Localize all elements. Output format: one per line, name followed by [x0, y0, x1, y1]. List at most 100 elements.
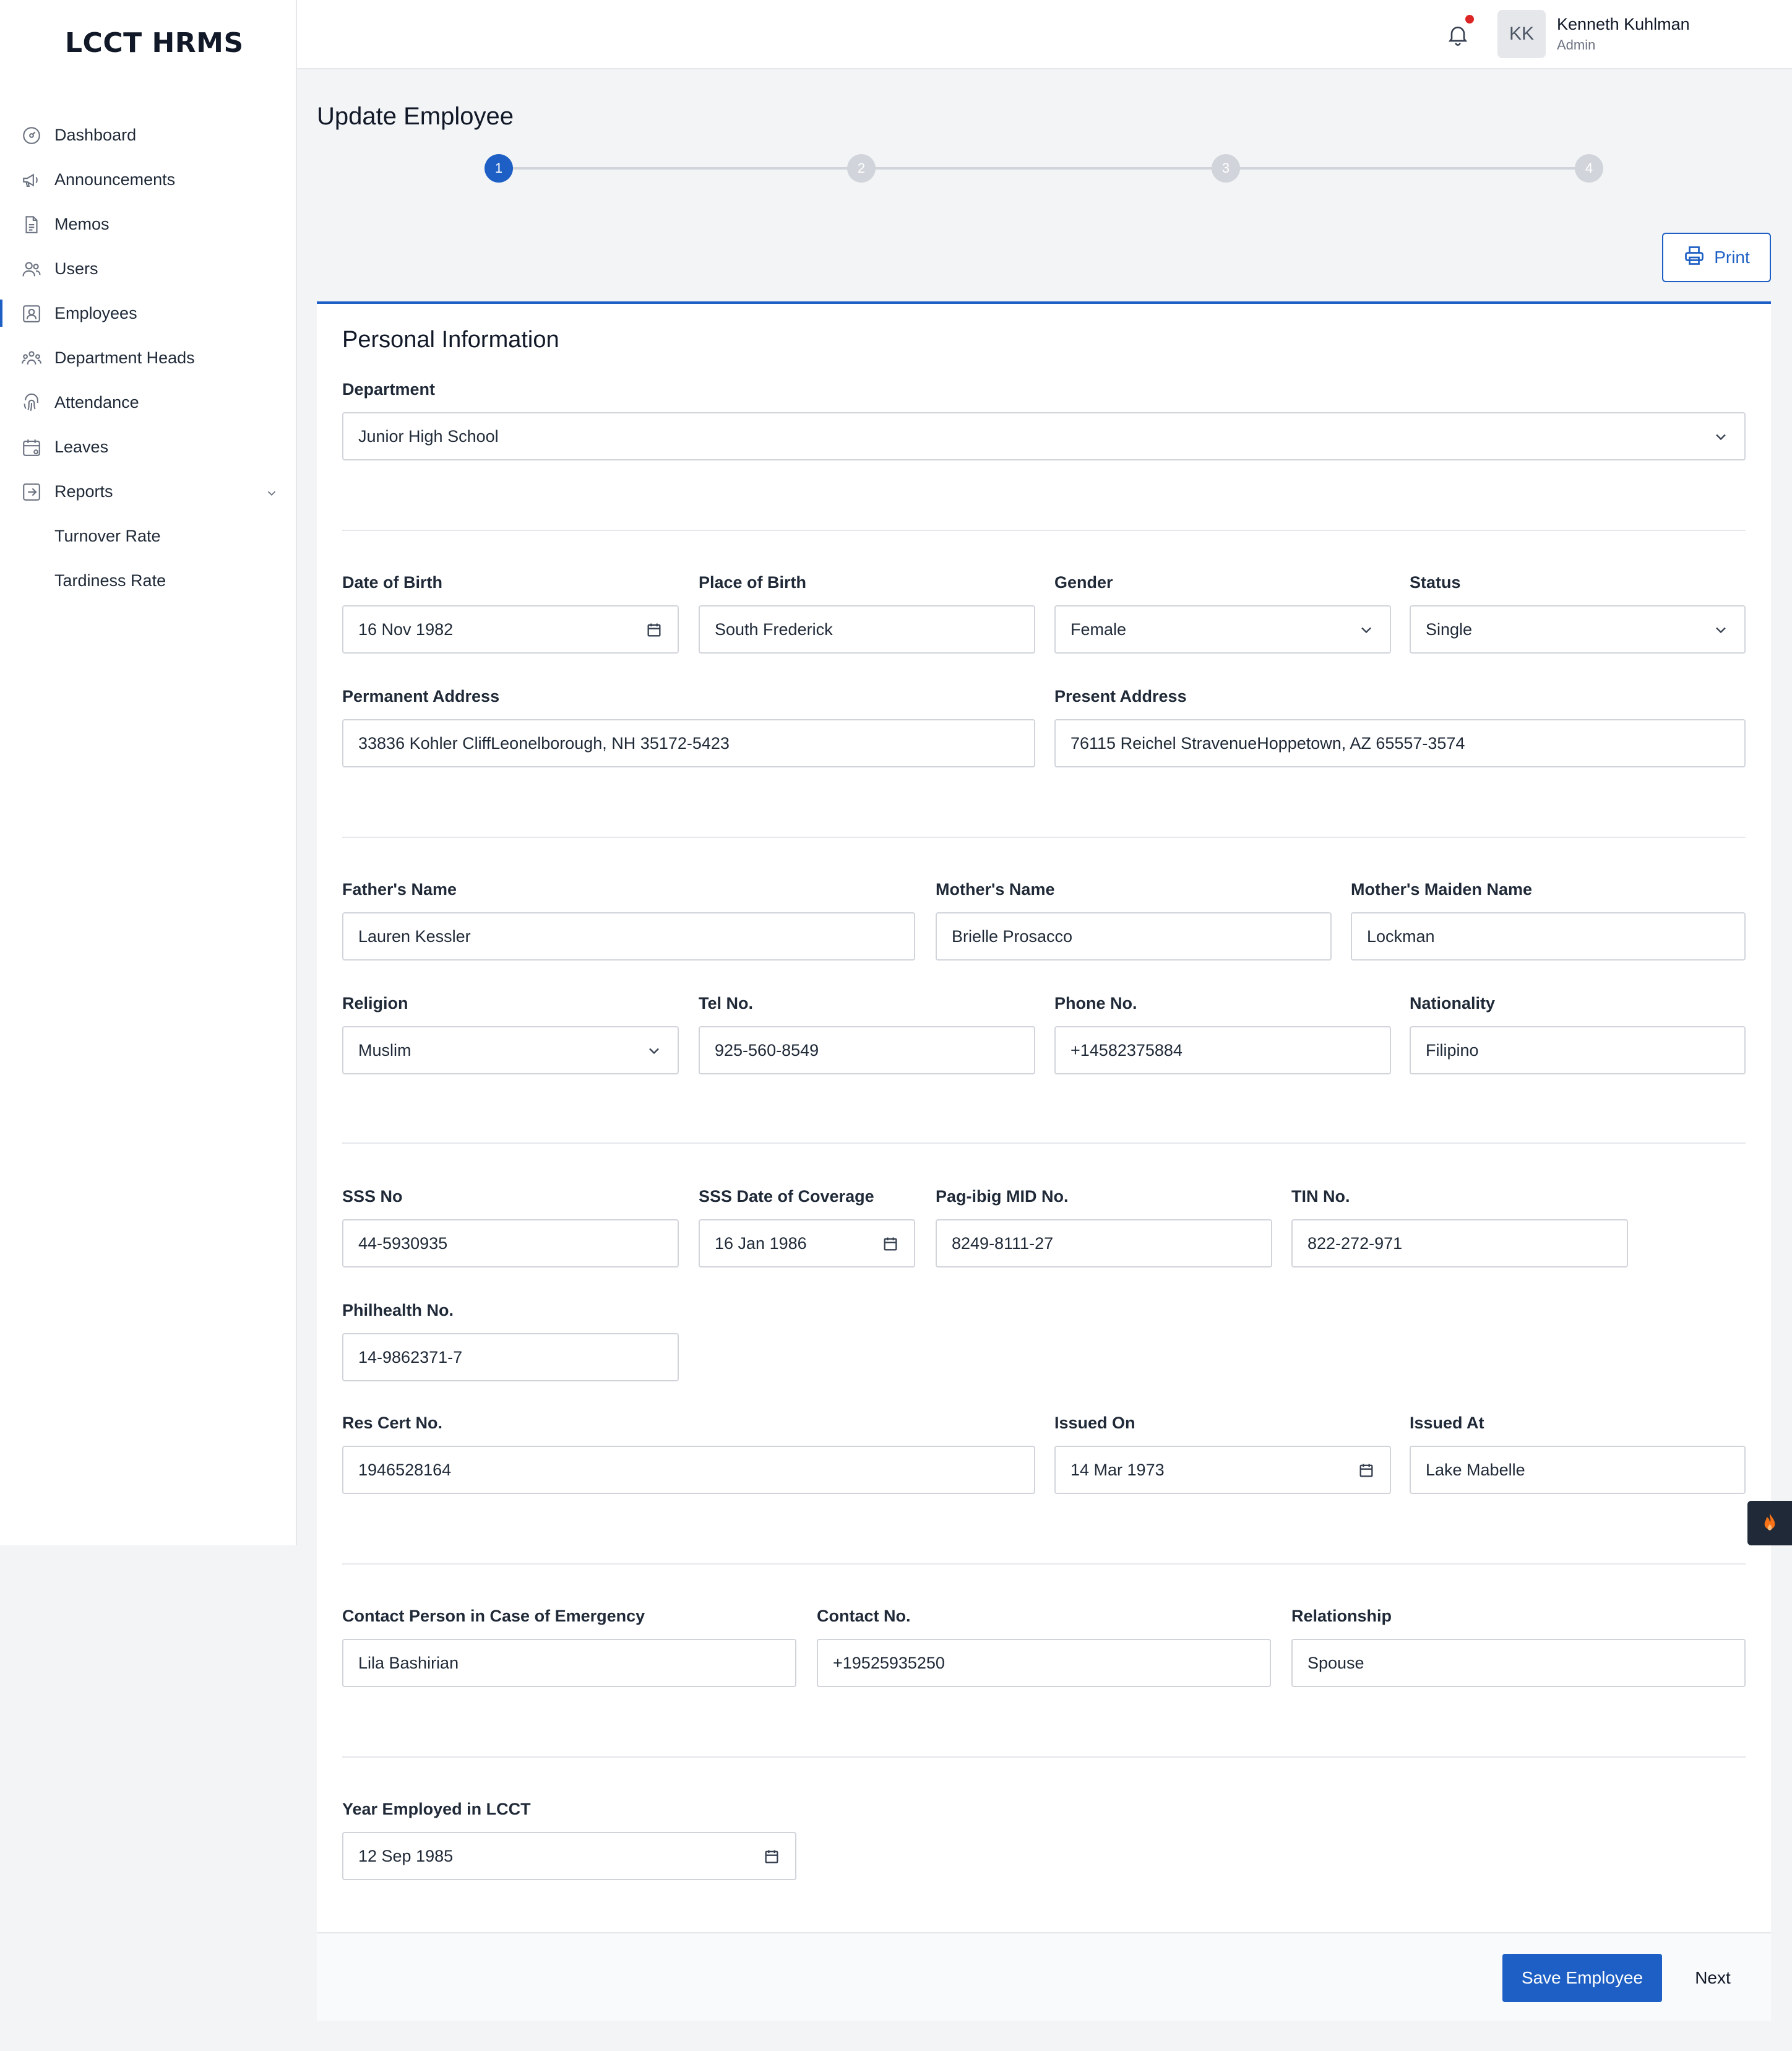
place-of-birth-label: Place of Birth	[699, 573, 807, 592]
print-label: Print	[1714, 248, 1750, 267]
users-icon	[21, 259, 42, 280]
step-3[interactable]: 3	[1212, 154, 1240, 183]
gender-label: Gender	[1054, 573, 1113, 592]
department-value: Junior High School	[358, 426, 499, 446]
fathers-name-label: Father's Name	[342, 880, 457, 899]
sss-coverage-field[interactable]: 16 Jan 1986	[699, 1219, 915, 1267]
bell-icon[interactable]	[1445, 22, 1470, 47]
contact-no-field[interactable]: +19525935250	[817, 1639, 1271, 1687]
sidebar-item-attendance[interactable]: Attendance	[0, 380, 296, 425]
philhealth-no-value: 14-9862371-7	[358, 1347, 463, 1367]
notification-badge	[1465, 15, 1474, 24]
sidebar-item-label: Dashboard	[54, 125, 137, 144]
present-address-value: 76115 Reichel StravenueHoppetown, AZ 655…	[1070, 733, 1465, 753]
divider	[342, 1563, 1746, 1565]
department-select[interactable]: Junior High School	[342, 412, 1746, 460]
sidebar-subitem-tardiness-rate[interactable]: Tardiness Rate	[0, 558, 296, 603]
mothers-maiden-name-label: Mother's Maiden Name	[1351, 880, 1532, 899]
res-cert-no-field[interactable]: 1946528164	[342, 1446, 1035, 1494]
res-cert-no-label: Res Cert No.	[342, 1414, 443, 1432]
sidebar-item-label: Users	[54, 259, 98, 278]
next-button[interactable]: Next	[1674, 1954, 1751, 2002]
sidebar-item-announcements[interactable]: Announcements	[0, 157, 296, 202]
step-1[interactable]: 1	[485, 154, 513, 183]
fathers-name-field[interactable]: Lauren Kessler	[342, 912, 915, 961]
date-of-birth-field[interactable]: 16 Nov 1982	[342, 605, 679, 654]
mothers-maiden-name-field[interactable]: Lockman	[1351, 912, 1746, 961]
issued-at-value: Lake Mabelle	[1426, 1460, 1525, 1479]
pagibig-no-label: Pag-ibig MID No.	[936, 1187, 1069, 1206]
tel-no-field[interactable]: 925-560-8549	[699, 1026, 1035, 1074]
sidebar-subitem-turnover-rate[interactable]: Turnover Rate	[0, 514, 296, 558]
issued-at-label: Issued At	[1410, 1414, 1484, 1432]
nationality-label: Nationality	[1410, 994, 1496, 1013]
tin-no-value: 822-272-971	[1307, 1233, 1403, 1253]
year-employed-field[interactable]: 12 Sep 1985	[342, 1832, 796, 1880]
permanent-address-label: Permanent Address	[342, 687, 500, 706]
save-employee-button[interactable]: Save Employee	[1502, 1954, 1662, 2002]
sidebar-item-leaves[interactable]: Leaves	[0, 425, 296, 469]
mothers-name-value: Brielle Prosacco	[952, 926, 1073, 946]
user-role: Admin	[1557, 37, 1596, 53]
mothers-name-label: Mother's Name	[936, 880, 1055, 899]
relationship-value: Spouse	[1307, 1653, 1364, 1672]
phone-no-field[interactable]: +14582375884	[1054, 1026, 1391, 1074]
avatar[interactable]: KK	[1497, 10, 1546, 58]
tin-no-label: TIN No.	[1291, 1187, 1350, 1206]
tel-no-label: Tel No.	[699, 994, 754, 1013]
step-4[interactable]: 4	[1575, 154, 1603, 183]
permanent-address-field[interactable]: 33836 Kohler CliffLeonelborough, NH 3517…	[342, 719, 1035, 767]
sidebar-item-employees[interactable]: Employees	[0, 291, 296, 335]
relationship-field[interactable]: Spouse	[1291, 1639, 1746, 1687]
sidebar-item-dashboard[interactable]: Dashboard	[0, 113, 296, 157]
calendar-icon[interactable]	[763, 1848, 780, 1865]
emergency-contact-value: Lila Bashirian	[358, 1653, 459, 1672]
pagibig-no-field[interactable]: 8249-8111-27	[936, 1219, 1272, 1267]
flame-icon[interactable]	[1747, 1501, 1792, 1545]
sidebar-item-department-heads[interactable]: Department Heads	[0, 335, 296, 380]
present-address-label: Present Address	[1054, 687, 1187, 706]
religion-select[interactable]: Muslim	[342, 1026, 679, 1074]
sidebar-item-label: Tardiness Rate	[54, 571, 166, 590]
divider	[342, 1756, 1746, 1758]
user-name: Kenneth Kuhlman	[1557, 15, 1690, 33]
issued-on-label: Issued On	[1054, 1414, 1135, 1432]
issued-on-field[interactable]: 14 Mar 1973	[1054, 1446, 1391, 1494]
philhealth-no-field[interactable]: 14-9862371-7	[342, 1333, 679, 1381]
sidebar-item-label: Memos	[54, 214, 110, 233]
sidebar-item-users[interactable]: Users	[0, 246, 296, 291]
print-button[interactable]: Print	[1662, 233, 1771, 282]
place-of-birth-field[interactable]: South Frederick	[699, 605, 1035, 654]
emergency-contact-field[interactable]: Lila Bashirian	[342, 1639, 796, 1687]
mothers-maiden-name-value: Lockman	[1367, 926, 1435, 946]
sidebar: LCCT HRMS Dashboard Announcements Memos …	[0, 0, 297, 1545]
sidebar-item-memos[interactable]: Memos	[0, 202, 296, 246]
present-address-field[interactable]: 76115 Reichel StravenueHoppetown, AZ 655…	[1054, 719, 1746, 767]
date-of-birth-value: 16 Nov 1982	[358, 620, 454, 639]
tel-no-value: 925-560-8549	[715, 1040, 819, 1060]
sidebar-item-label: Employees	[54, 303, 137, 322]
chevron-down-icon	[1712, 621, 1730, 639]
calendar-icon[interactable]	[645, 621, 663, 639]
permanent-address-value: 33836 Kohler CliffLeonelborough, NH 3517…	[358, 733, 730, 753]
chevron-down-icon	[645, 1042, 663, 1060]
step-2[interactable]: 2	[847, 154, 876, 183]
issued-at-field[interactable]: Lake Mabelle	[1410, 1446, 1746, 1494]
status-select[interactable]: Single	[1410, 605, 1746, 654]
calendar-icon[interactable]	[1358, 1462, 1375, 1479]
year-employed-value: 12 Sep 1985	[358, 1846, 454, 1865]
chevron-down-icon[interactable]	[265, 485, 278, 499]
religion-label: Religion	[342, 994, 408, 1013]
gender-select[interactable]: Female	[1054, 605, 1391, 654]
chevron-down-icon	[1712, 428, 1730, 446]
sidebar-item-reports[interactable]: Reports	[0, 469, 296, 514]
tin-no-field[interactable]: 822-272-971	[1291, 1219, 1628, 1267]
nationality-field[interactable]: Filipino	[1410, 1026, 1746, 1074]
mothers-name-field[interactable]: Brielle Prosacco	[936, 912, 1332, 961]
place-of-birth-value: South Frederick	[715, 620, 833, 639]
topbar	[297, 0, 1792, 69]
calendar-icon[interactable]	[882, 1235, 899, 1253]
divider	[342, 837, 1746, 838]
issued-on-value: 14 Mar 1973	[1070, 1460, 1165, 1479]
sss-no-field[interactable]: 44-5930935	[342, 1219, 679, 1267]
